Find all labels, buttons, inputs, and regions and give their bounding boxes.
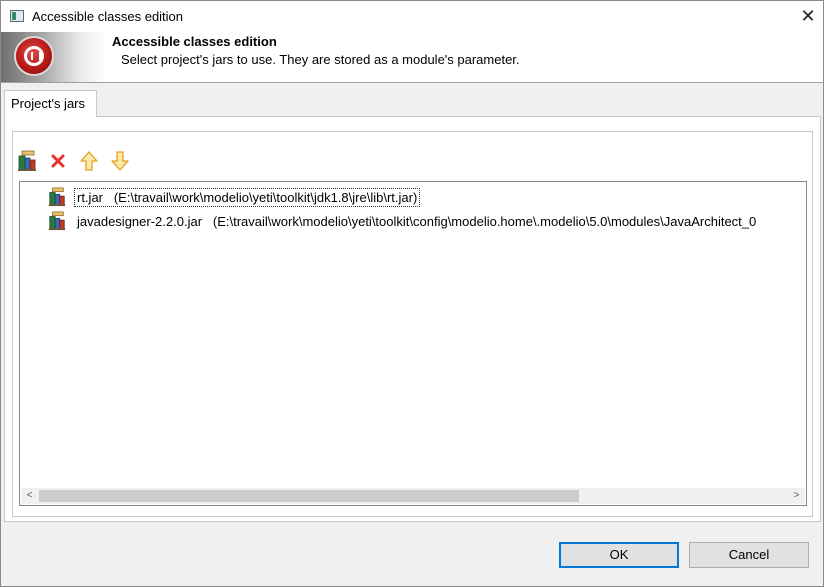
jar-icon bbox=[48, 187, 66, 207]
remove-jar-button[interactable] bbox=[45, 148, 70, 174]
ok-button[interactable]: OK bbox=[559, 542, 679, 568]
move-down-icon bbox=[110, 151, 129, 171]
close-button[interactable]: ✕ bbox=[793, 1, 823, 31]
banner-title: Accessible classes edition bbox=[112, 34, 277, 49]
jar-path: (E:\travail\work\modelio\yeti\toolkit\jd… bbox=[113, 189, 418, 205]
jar-icon bbox=[48, 211, 66, 231]
banner-image bbox=[1, 32, 106, 82]
delete-icon bbox=[51, 154, 64, 168]
scrollbar-thumb[interactable] bbox=[39, 490, 579, 502]
jars-list[interactable]: rt.jar (E:\travail\work\modelio\yeti\too… bbox=[19, 181, 807, 506]
banner-subtitle: Select project's jars to use. They are s… bbox=[121, 52, 520, 67]
modelio-logo-icon bbox=[14, 36, 54, 76]
cancel-button[interactable]: Cancel bbox=[689, 542, 809, 568]
window-title: Accessible classes edition bbox=[32, 9, 184, 24]
dialog-window: Accessible classes edition ✕ Accessible … bbox=[0, 0, 824, 587]
header-banner: Accessible classes edition Select projec… bbox=[1, 32, 823, 82]
scroll-left-button[interactable]: < bbox=[21, 488, 38, 504]
jar-label: javadesigner-2.2.0.jar (E:\travail\work\… bbox=[75, 213, 758, 230]
add-jar-icon bbox=[17, 150, 36, 171]
jar-label: rt.jar (E:\travail\work\modelio\yeti\too… bbox=[73, 187, 421, 207]
scroll-right-button[interactable]: > bbox=[788, 488, 805, 504]
horizontal-scrollbar[interactable]: < > bbox=[21, 488, 805, 504]
tab-projects-jars[interactable]: Project's jars bbox=[4, 90, 97, 117]
window-icon bbox=[10, 10, 24, 22]
title-bar: Accessible classes edition ✕ bbox=[1, 1, 823, 32]
jar-name: rt.jar bbox=[77, 189, 103, 205]
list-item[interactable]: rt.jar (E:\travail\work\modelio\yeti\too… bbox=[47, 186, 421, 208]
jar-toolbar bbox=[14, 148, 132, 174]
list-item[interactable]: javadesigner-2.2.0.jar (E:\travail\work\… bbox=[47, 210, 758, 232]
banner-separator bbox=[1, 82, 823, 83]
jar-path: (E:\travail\work\modelio\yeti\toolkit\co… bbox=[212, 213, 757, 229]
move-down-button[interactable] bbox=[107, 148, 132, 174]
add-jar-button[interactable] bbox=[14, 148, 39, 174]
move-up-button[interactable] bbox=[76, 148, 101, 174]
jar-name: javadesigner-2.2.0.jar bbox=[77, 213, 203, 229]
move-up-icon bbox=[79, 151, 98, 171]
